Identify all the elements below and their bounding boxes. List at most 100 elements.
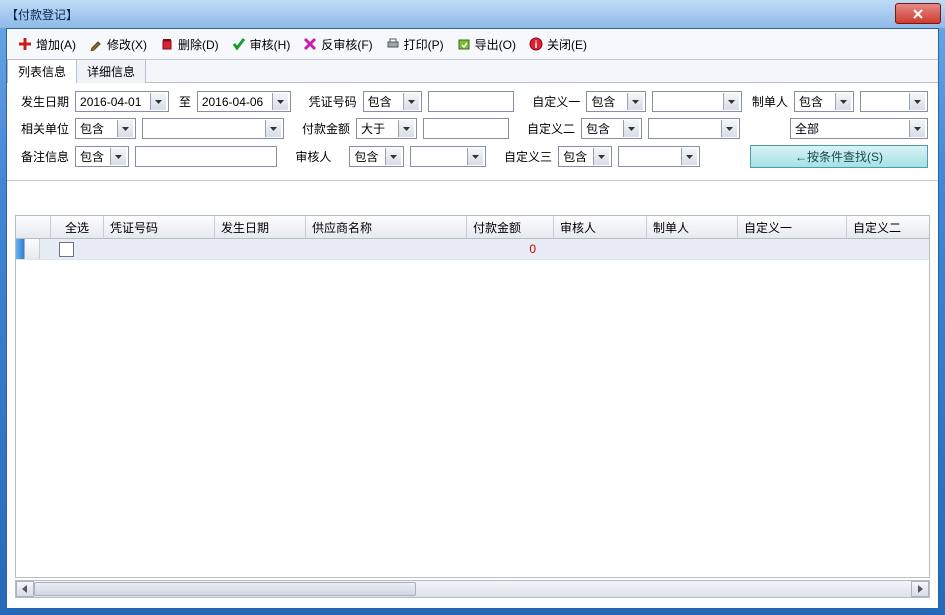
cell-supplier bbox=[295, 239, 456, 259]
delete-icon bbox=[159, 36, 175, 52]
col-custom2[interactable]: 自定义二 bbox=[847, 216, 930, 238]
label-custom2: 自定义二 bbox=[527, 120, 575, 137]
label-auditor: 审核人 bbox=[295, 148, 331, 165]
col-maker[interactable]: 制单人 bbox=[647, 216, 738, 238]
col-custom1[interactable]: 自定义一 bbox=[738, 216, 847, 238]
unaudit-button[interactable]: 反审核(F) bbox=[296, 34, 378, 55]
scroll-right-arrow[interactable] bbox=[911, 581, 929, 597]
checkbox-icon[interactable] bbox=[59, 242, 74, 257]
auditor-val-combo[interactable] bbox=[410, 146, 486, 167]
cell-custom1 bbox=[727, 239, 836, 259]
remark-input[interactable] bbox=[135, 146, 277, 167]
related-val-combo[interactable] bbox=[142, 118, 284, 139]
col-supplier[interactable]: 供应商名称 bbox=[306, 216, 467, 238]
col-amount[interactable]: 付款金额 bbox=[467, 216, 554, 238]
maker-op-combo[interactable]: 包含 bbox=[794, 91, 854, 112]
audit-button[interactable]: 审核(H) bbox=[225, 34, 297, 55]
cell-select[interactable] bbox=[40, 239, 93, 259]
close-button[interactable]: i 关闭(E) bbox=[522, 34, 593, 55]
chevron-down-icon[interactable] bbox=[623, 120, 639, 137]
chevron-down-icon[interactable] bbox=[265, 120, 281, 137]
scroll-track[interactable] bbox=[34, 581, 911, 597]
chevron-down-icon[interactable] bbox=[681, 148, 697, 165]
grid-header: 全选 凭证号码 发生日期 供应商名称 付款金额 审核人 制单人 自定义一 自定义… bbox=[16, 216, 929, 239]
custom2-val-combo[interactable] bbox=[648, 118, 740, 139]
chevron-down-icon[interactable] bbox=[150, 93, 166, 110]
unaudit-label: 反审核(F) bbox=[321, 36, 372, 53]
chevron-down-icon[interactable] bbox=[398, 120, 414, 137]
maker-val-combo[interactable] bbox=[860, 91, 928, 112]
custom1-op-combo[interactable]: 包含 bbox=[586, 91, 646, 112]
filter-panel: 发生日期 2016-04-01 至 2016-04-06 凭证号码 包含 自定义… bbox=[7, 83, 938, 181]
remark-op-combo[interactable]: 包含 bbox=[75, 146, 129, 167]
chevron-down-icon[interactable] bbox=[272, 93, 288, 110]
label-to: 至 bbox=[179, 93, 191, 110]
data-grid[interactable]: 全选 凭证号码 发生日期 供应商名称 付款金额 审核人 制单人 自定义一 自定义… bbox=[15, 215, 930, 578]
cell-date bbox=[204, 239, 295, 259]
toolbar: 增加(A) 修改(X) 删除(D) 审核(H) 反审核(F) 打印(P) bbox=[7, 29, 938, 60]
label-amount: 付款金额 bbox=[302, 120, 350, 137]
custom1-val-combo[interactable] bbox=[652, 91, 742, 112]
related-op-combo[interactable]: 包含 bbox=[75, 118, 136, 139]
custom2-op-combo[interactable]: 包含 bbox=[581, 118, 642, 139]
edit-button[interactable]: 修改(X) bbox=[82, 34, 153, 55]
row-handle[interactable] bbox=[25, 239, 40, 259]
chevron-down-icon[interactable] bbox=[593, 148, 609, 165]
row-handle-header bbox=[16, 216, 51, 238]
tab-list[interactable]: 列表信息 bbox=[7, 59, 77, 83]
chevron-down-icon[interactable] bbox=[909, 120, 925, 137]
titlebar[interactable]: 【付款登记】 bbox=[0, 0, 945, 28]
cell-custom2 bbox=[836, 239, 930, 259]
chevron-down-icon[interactable] bbox=[117, 120, 133, 137]
col-voucher[interactable]: 凭证号码 bbox=[104, 216, 215, 238]
chevron-down-icon[interactable] bbox=[723, 93, 739, 110]
export-button[interactable]: 导出(O) bbox=[450, 34, 522, 55]
table-row[interactable]: 0 bbox=[16, 239, 929, 260]
cell-amount: 0 bbox=[456, 239, 543, 259]
cell-voucher bbox=[93, 239, 204, 259]
add-label: 增加(A) bbox=[36, 36, 76, 53]
scroll-left-arrow[interactable] bbox=[16, 581, 34, 597]
col-select-all[interactable]: 全选 bbox=[51, 216, 104, 238]
scroll-thumb[interactable] bbox=[34, 582, 416, 596]
edit-label: 修改(X) bbox=[107, 36, 147, 53]
voucher-input[interactable] bbox=[428, 91, 514, 112]
date-from-input[interactable]: 2016-04-01 bbox=[75, 91, 169, 112]
chevron-down-icon[interactable] bbox=[835, 93, 851, 110]
filter-row-2: 相关单位 包含 付款金额 大于 自定义二 包含 全部 bbox=[17, 118, 928, 139]
label-date: 发生日期 bbox=[21, 93, 69, 110]
chevron-down-icon[interactable] bbox=[110, 148, 126, 165]
col-date[interactable]: 发生日期 bbox=[215, 216, 306, 238]
label-related: 相关单位 bbox=[21, 120, 69, 137]
amount-op-combo[interactable]: 大于 bbox=[356, 118, 417, 139]
audit-label: 审核(H) bbox=[250, 36, 291, 53]
close-icon bbox=[913, 9, 923, 19]
auditor-op-combo[interactable]: 包含 bbox=[349, 146, 403, 167]
search-button[interactable]: ←按条件查找(S) bbox=[750, 145, 928, 168]
chevron-down-icon[interactable] bbox=[909, 93, 925, 110]
info-close-icon: i bbox=[528, 36, 544, 52]
delete-button[interactable]: 删除(D) bbox=[153, 34, 225, 55]
col-auditor[interactable]: 审核人 bbox=[554, 216, 647, 238]
print-button[interactable]: 打印(P) bbox=[379, 34, 450, 55]
tab-detail[interactable]: 详细信息 bbox=[76, 59, 146, 83]
chevron-down-icon[interactable] bbox=[467, 148, 483, 165]
chevron-down-icon[interactable] bbox=[721, 120, 737, 137]
horizontal-scrollbar[interactable] bbox=[15, 580, 930, 598]
window-close-button[interactable] bbox=[895, 3, 941, 24]
voucher-op-combo[interactable]: 包含 bbox=[363, 91, 423, 112]
date-to-input[interactable]: 2016-04-06 bbox=[197, 91, 291, 112]
scope-combo[interactable]: 全部 bbox=[790, 118, 928, 139]
custom3-val-combo[interactable] bbox=[618, 146, 700, 167]
chevron-down-icon[interactable] bbox=[403, 93, 419, 110]
row-selector[interactable] bbox=[16, 239, 25, 259]
custom3-op-combo[interactable]: 包含 bbox=[558, 146, 612, 167]
amount-input[interactable] bbox=[423, 118, 509, 139]
add-button[interactable]: 增加(A) bbox=[11, 34, 82, 55]
cross-icon bbox=[302, 36, 318, 52]
export-label: 导出(O) bbox=[475, 36, 516, 53]
check-icon bbox=[231, 36, 247, 52]
plus-icon bbox=[17, 36, 33, 52]
chevron-down-icon[interactable] bbox=[385, 148, 401, 165]
chevron-down-icon[interactable] bbox=[627, 93, 643, 110]
